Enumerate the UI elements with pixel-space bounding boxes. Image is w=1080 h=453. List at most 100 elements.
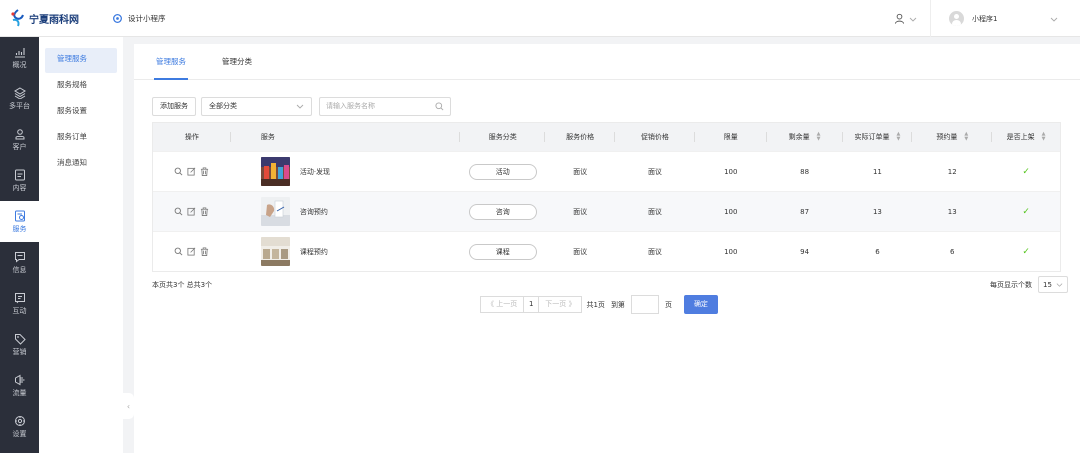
header-reserve[interactable]: 预约量 ▲ ▼ [912,123,992,151]
table-row: 活动·发现 活动 面议 面议 100 88 11 12 ✓ [153,151,1060,191]
edit-icon[interactable] [187,247,196,256]
chevron-left-icon: ‹ [126,401,131,411]
edit-icon[interactable] [187,207,196,216]
tag-icon [14,333,26,345]
subnav-item-service-settings[interactable]: 服务设置 [45,100,117,125]
tab-bar: 管理服务 管理分类 [134,44,1080,80]
service-thumbnail [260,197,290,226]
user-menu[interactable] [880,0,930,37]
header-service: 服务 [231,123,461,151]
view-icon[interactable] [174,167,183,176]
sort-icon[interactable]: ▲ ▼ [817,132,821,142]
edit-icon[interactable] [187,167,196,176]
category-select-value: 全部分类 [209,102,237,110]
app-logo-icon [113,13,122,23]
sort-icon[interactable]: ▲ ▼ [1042,132,1046,142]
sidebar-item-multiplatform[interactable]: 多平台 [0,78,39,119]
tab-manage-category[interactable]: 管理分类 [212,44,262,79]
sidebar-item-content[interactable]: 内容 [0,160,39,201]
promo-cell: 面议 [647,167,662,176]
toolbar: 添加服务 全部分类 [134,93,1080,119]
sidebar-item-label: 互动 [12,306,27,315]
top-header: 宁夏雨科网 设计小程序 小程序1 [0,0,1080,37]
sidebar-item-label: 客户 [12,142,27,151]
sidebar-item-service[interactable]: 服务 [0,201,39,242]
app-name: 设计小程序 [128,13,166,23]
header-reserve-label: 预约量 [936,133,958,141]
account-switcher[interactable]: 小程序1 [930,0,1080,37]
shelf-cell: ✓ [992,232,1060,271]
service-name[interactable]: 活动·发现 [300,167,330,177]
header-remain-label: 剩余量 [788,133,810,141]
promo-cell: 面议 [647,207,662,216]
tab-manage-service[interactable]: 管理服务 [146,44,196,80]
shelf-cell: ✓ [992,192,1060,231]
limit-cell: 100 [724,207,738,216]
sidebar-item-label: 内容 [12,183,27,192]
delete-icon[interactable] [200,247,209,256]
confirm-page-button[interactable]: 确定 [683,295,718,314]
sidebar-item-label: 营销 [12,347,27,356]
sort-icon[interactable]: ▲ ▼ [964,132,968,142]
search-icon[interactable] [435,101,444,111]
header-remain[interactable]: 剩余量 ▲ ▼ [767,123,843,151]
subnav-item-service-spec[interactable]: 服务规格 [45,74,117,99]
next-page-button[interactable]: 下一页 》 [538,296,583,313]
prev-page-button[interactable]: 《 上一页 [480,296,525,313]
sidebar-item-traffic[interactable]: 流量 [0,365,39,406]
per-page-select[interactable]: 15 [1038,276,1068,293]
per-page-value: 15 [1043,280,1052,289]
service-name[interactable]: 咨询预约 [300,207,328,217]
view-icon[interactable] [174,247,183,256]
check-icon: ✓ [1022,206,1030,217]
header-shelf[interactable]: 是否上架 ▲ ▼ [992,123,1060,151]
search-input[interactable] [326,102,434,110]
category-tag: 咨询 [468,203,537,220]
category-select[interactable]: 全部分类 [201,96,312,116]
main-sidebar: 概况 多平台 客户 内容 服务 信息 互动 营销 流量 设置 [0,37,39,453]
sidebar-item-overview[interactable]: 概况 [0,37,39,78]
page-number[interactable]: 1 [524,296,539,313]
remain-cell: 87 [800,207,810,216]
category-cell: 活动 [460,152,545,191]
limit-cell: 100 [724,167,738,176]
header-orders[interactable]: 实际订单量 ▲ ▼ [843,123,913,151]
reserve-cell: 6 [950,247,955,256]
orders-cell: 13 [872,207,882,216]
table-row: 咨询预约 咨询 面议 面议 100 87 13 13 ✓ [153,191,1060,231]
sidebar-item-message[interactable]: 信息 [0,242,39,283]
sidebar-item-customer[interactable]: 客户 [0,119,39,160]
view-icon[interactable] [174,207,183,216]
subnav-item-notifications[interactable]: 消息通知 [45,152,117,177]
sidebar-item-label: 设置 [12,429,27,438]
collapse-sidebar-button[interactable]: ‹ [123,393,134,419]
brand-logo[interactable]: 宁夏雨科网 [10,9,100,27]
interact-icon [14,292,25,303]
service-name[interactable]: 课程预约 [300,247,328,257]
account-name: 小程序1 [972,14,998,23]
subnav-item-service-orders[interactable]: 服务订单 [45,126,117,151]
chevron-down-icon [1056,283,1063,287]
sidebar-item-marketing[interactable]: 营销 [0,324,39,365]
app-switcher[interactable]: 设计小程序 [112,13,166,24]
delete-icon[interactable] [200,207,209,216]
goto-page-input[interactable] [630,295,659,314]
add-service-button[interactable]: 添加服务 [152,96,196,116]
customer-icon [15,128,24,139]
service-thumbnail [260,157,290,186]
sidebar-item-interact[interactable]: 互动 [0,283,39,324]
user-icon [894,13,904,24]
promo-cell: 面议 [647,247,662,256]
price-cell: 面议 [573,167,588,176]
message-icon [14,251,25,263]
header-orders-label: 实际订单量 [854,133,890,141]
price-cell: 面议 [573,207,588,216]
content-icon [14,169,25,180]
page-summary: 本页共3个 总共3个 [152,281,213,289]
subnav-item-manage-service[interactable]: 管理服务 [45,48,117,73]
sidebar-item-label: 概况 [12,60,27,69]
sidebar-item-settings[interactable]: 设置 [0,406,39,447]
per-page-label: 每页显示个数 [990,280,1032,289]
sort-icon[interactable]: ▲ ▼ [897,132,901,142]
delete-icon[interactable] [200,167,209,176]
